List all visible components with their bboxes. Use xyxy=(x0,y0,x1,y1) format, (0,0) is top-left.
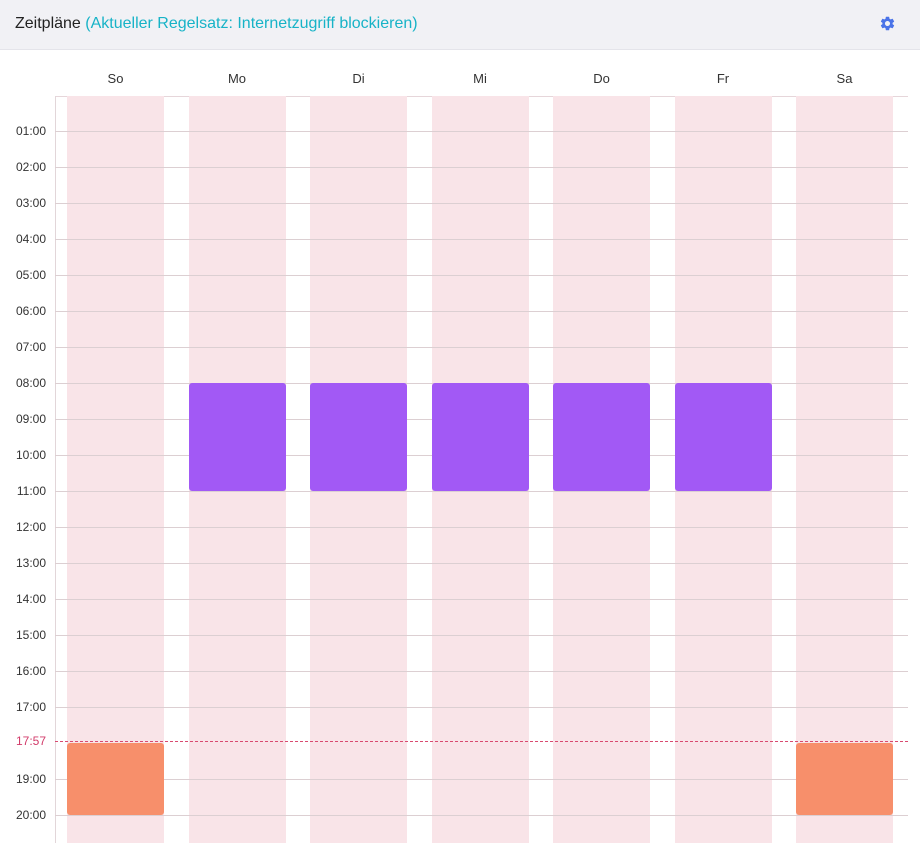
schedule-block-di[interactable] xyxy=(310,383,407,491)
current-time-label: 17:57 xyxy=(15,734,46,749)
hour-gridline xyxy=(55,347,908,348)
current-time-line xyxy=(55,741,908,743)
day-column-sa[interactable] xyxy=(796,96,893,843)
hour-label: 08:00 xyxy=(15,376,46,390)
day-header-so: So xyxy=(107,71,124,86)
hour-gridline xyxy=(55,707,908,708)
hour-gridline xyxy=(55,131,908,132)
day-header-di: Di xyxy=(352,71,365,86)
hour-label: 07:00 xyxy=(15,340,46,354)
day-column-so[interactable] xyxy=(67,96,164,843)
hour-label: 02:00 xyxy=(15,160,46,174)
hour-gridline xyxy=(55,239,908,240)
hour-label: 13:00 xyxy=(15,556,46,570)
hour-gridline xyxy=(55,599,908,600)
schedule-block-so[interactable] xyxy=(67,743,164,815)
schedule-block-do[interactable] xyxy=(553,383,650,491)
hour-gridline xyxy=(55,815,908,816)
hour-label: 10:00 xyxy=(15,448,46,462)
hour-gridline xyxy=(55,527,908,528)
hour-label: 09:00 xyxy=(15,412,46,426)
hour-gridline xyxy=(55,635,908,636)
hour-gridline xyxy=(55,311,908,312)
hour-gridline xyxy=(55,203,908,204)
schedule-header: Zeitpläne (Aktueller Regelsatz: Internet… xyxy=(0,0,920,50)
hour-gridline xyxy=(55,167,908,168)
hour-label: 14:00 xyxy=(15,592,46,606)
day-header-sa: Sa xyxy=(836,71,853,86)
grid-left-border xyxy=(55,96,56,843)
hour-label: 20:00 xyxy=(15,808,46,822)
day-header-fr: Fr xyxy=(716,71,730,86)
schedule-block-mi[interactable] xyxy=(431,383,529,491)
hour-gridline xyxy=(55,671,908,672)
hour-label: 16:00 xyxy=(15,664,46,678)
hour-label: 01:00 xyxy=(15,124,46,138)
schedule-block-fr[interactable] xyxy=(674,383,772,491)
hour-label: 11:00 xyxy=(16,484,46,498)
day-header-mo: Mo xyxy=(227,71,247,86)
hour-label: 04:00 xyxy=(15,232,46,246)
gear-icon[interactable] xyxy=(879,15,896,32)
hour-gridline xyxy=(55,779,908,780)
schedule-block-sa[interactable] xyxy=(796,743,893,815)
hour-gridline xyxy=(55,491,908,492)
hour-gridline xyxy=(55,275,908,276)
page-title: Zeitpläne (Aktueller Regelsatz: Internet… xyxy=(15,15,418,33)
hour-label: 19:00 xyxy=(15,772,46,786)
hour-gridline xyxy=(55,563,908,564)
day-header-mi: Mi xyxy=(473,71,487,86)
page-title-text: Zeitpläne xyxy=(15,15,81,32)
hour-label: 06:00 xyxy=(15,304,46,318)
hour-label: 17:00 xyxy=(15,700,46,714)
current-ruleset-label: (Aktueller Regelsatz: Internetzugriff bl… xyxy=(85,15,418,32)
hour-label: 05:00 xyxy=(15,268,46,282)
schedule-block-mo[interactable] xyxy=(188,383,286,491)
day-header-do: Do xyxy=(593,71,610,86)
hour-label: 15:00 xyxy=(15,628,46,642)
hour-label: 12:00 xyxy=(15,520,46,534)
hour-label: 03:00 xyxy=(15,196,46,210)
